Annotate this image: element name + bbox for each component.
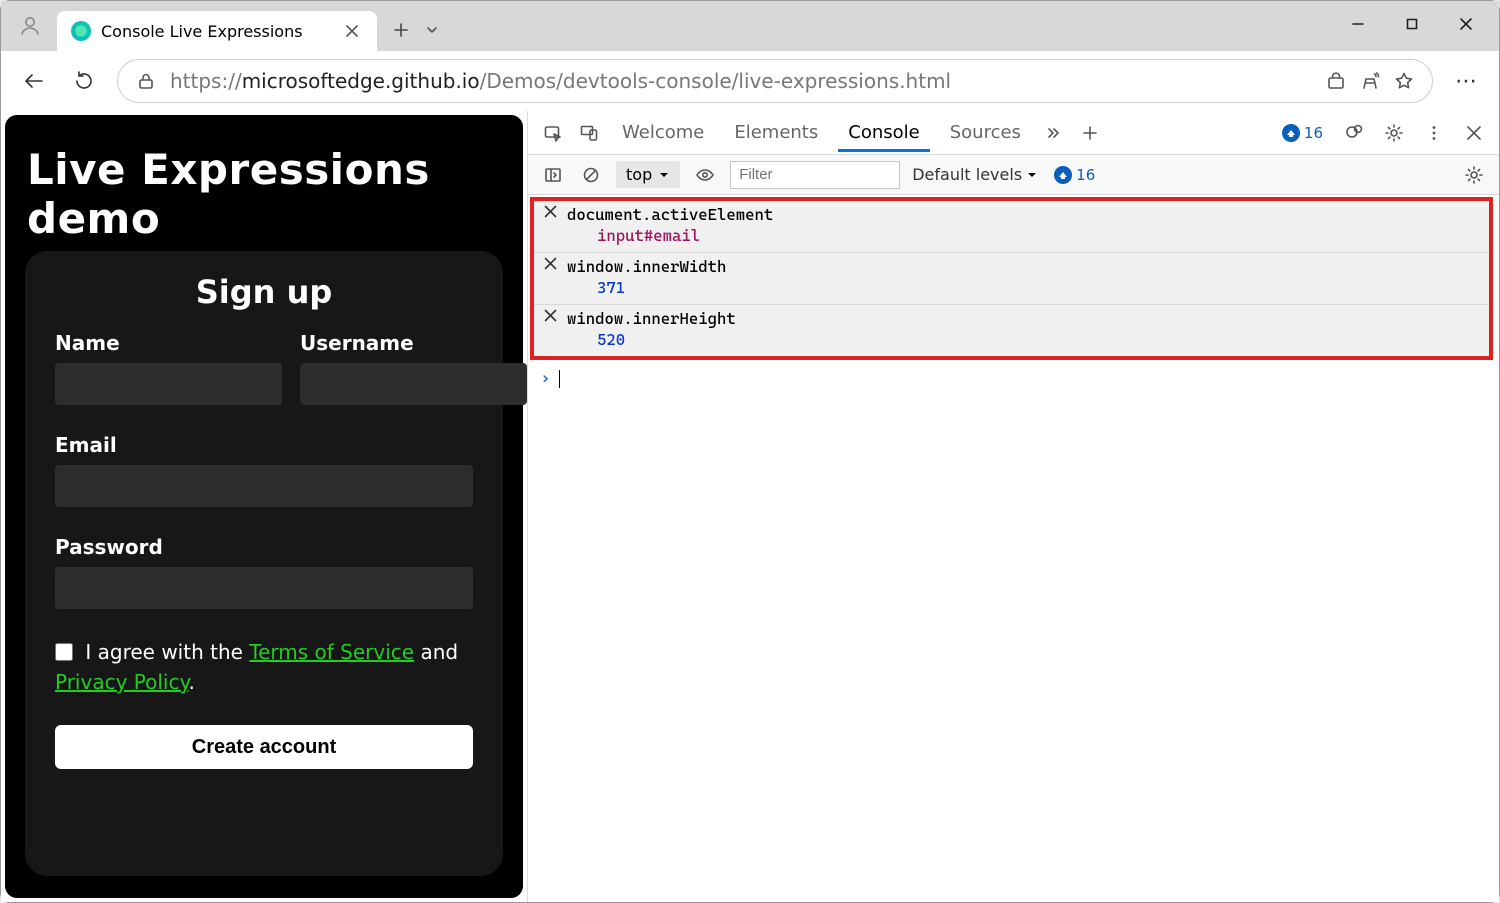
titlebar: Console Live Expressions xyxy=(1,1,1499,51)
read-aloud-icon[interactable] xyxy=(1360,71,1380,91)
filter-input[interactable] xyxy=(730,161,900,189)
live-expression-value: 520 xyxy=(597,328,736,352)
settings-gear-icon[interactable] xyxy=(1381,120,1407,146)
issues-badge[interactable]: 16 xyxy=(1278,122,1327,144)
email-label: Email xyxy=(55,433,473,457)
agree-checkbox[interactable] xyxy=(55,643,73,661)
new-tab-button[interactable] xyxy=(387,16,415,44)
live-expression-code[interactable]: window.innerWidth xyxy=(567,257,726,276)
context-selector[interactable]: top xyxy=(616,161,680,188)
privacy-link[interactable]: Privacy Policy xyxy=(55,670,188,694)
close-window-button[interactable] xyxy=(1439,4,1493,44)
live-expression-code[interactable]: window.innerHeight xyxy=(567,309,736,328)
tab-elements[interactable]: Elements xyxy=(724,114,828,151)
tab-actions-chevron-icon[interactable] xyxy=(419,17,445,43)
name-label: Name xyxy=(55,331,282,355)
kebab-menu-icon[interactable] xyxy=(1421,120,1447,146)
devtools-panel: Welcome Elements Console Sources 16 xyxy=(527,111,1499,902)
remove-expression-icon[interactable] xyxy=(544,257,557,270)
live-expression-row: window.innerWidth 371 xyxy=(534,253,1489,305)
email-input[interactable] xyxy=(55,465,473,507)
minimize-button[interactable] xyxy=(1331,4,1385,44)
issue-dot-icon xyxy=(1282,124,1300,142)
live-expression-value: 371 xyxy=(597,276,726,300)
log-levels-selector[interactable]: Default levels xyxy=(912,165,1038,184)
password-label: Password xyxy=(55,535,473,559)
shopping-icon[interactable] xyxy=(1326,71,1346,91)
page-title: Live Expressions demo xyxy=(27,145,501,243)
back-button[interactable] xyxy=(17,64,51,98)
live-expression-row: document.activeElement input#email xyxy=(534,201,1489,253)
console-settings-gear-icon[interactable] xyxy=(1461,162,1487,188)
password-input[interactable] xyxy=(55,567,473,609)
site-info-lock-icon[interactable] xyxy=(136,71,156,91)
subbar-issues-badge[interactable]: 16 xyxy=(1050,164,1099,186)
live-expression-row: window.innerHeight 520 xyxy=(534,305,1489,356)
maximize-button[interactable] xyxy=(1385,4,1439,44)
more-tabs-chevron-icon[interactable] xyxy=(1041,120,1067,146)
close-devtools-icon[interactable] xyxy=(1461,120,1487,146)
browser-tab[interactable]: Console Live Expressions xyxy=(57,11,377,51)
form-heading: Sign up xyxy=(55,273,473,311)
name-input[interactable] xyxy=(55,363,282,405)
tab-welcome[interactable]: Welcome xyxy=(612,114,714,151)
devtools-tabs: Welcome Elements Console Sources 16 xyxy=(528,111,1499,155)
console-sidebar-toggle-icon[interactable] xyxy=(540,162,566,188)
username-input[interactable] xyxy=(300,363,527,405)
tos-link[interactable]: Terms of Service xyxy=(249,640,414,664)
new-tool-plus-icon[interactable] xyxy=(1077,120,1103,146)
inspect-element-icon[interactable] xyxy=(540,120,566,146)
live-expression-value: input#email xyxy=(597,224,773,248)
prompt-chevron-icon: › xyxy=(540,368,551,389)
edge-favicon-icon xyxy=(71,21,91,41)
tab-console[interactable]: Console xyxy=(838,114,929,152)
live-expression-eye-icon[interactable] xyxy=(692,162,718,188)
url-display: https://microsoftedge.github.io/Demos/de… xyxy=(170,69,951,93)
console-prompt[interactable]: › xyxy=(528,362,1499,395)
profile-button[interactable] xyxy=(13,9,47,43)
close-tab-icon[interactable] xyxy=(341,20,363,42)
username-label: Username xyxy=(300,331,527,355)
tab-sources[interactable]: Sources xyxy=(940,114,1031,151)
address-bar[interactable]: https://microsoftedge.github.io/Demos/de… xyxy=(117,59,1433,103)
remove-expression-icon[interactable] xyxy=(544,309,557,322)
console-subbar: top Default levels 16 xyxy=(528,155,1499,195)
feedback-icon[interactable] xyxy=(1341,120,1367,146)
live-expression-code[interactable]: document.activeElement xyxy=(567,205,773,224)
clear-console-icon[interactable] xyxy=(578,162,604,188)
issue-dot-icon xyxy=(1054,166,1072,184)
window-controls xyxy=(1331,4,1493,44)
text-cursor xyxy=(559,370,560,388)
signup-card: Sign up Name Username Email P xyxy=(25,251,503,876)
favorite-star-icon[interactable] xyxy=(1394,71,1414,91)
create-account-button[interactable]: Create account xyxy=(55,725,473,769)
demo-page: Live Expressions demo Sign up Name Usern… xyxy=(5,115,523,898)
live-expressions-area: document.activeElement input#email windo… xyxy=(530,197,1493,360)
toolbar: https://microsoftedge.github.io/Demos/de… xyxy=(1,51,1499,111)
settings-more-button[interactable]: ⋯ xyxy=(1449,64,1483,98)
agree-text: I agree with the Terms of Service and Pr… xyxy=(55,637,473,697)
remove-expression-icon[interactable] xyxy=(544,205,557,218)
tab-title: Console Live Expressions xyxy=(101,22,331,41)
device-toolbar-icon[interactable] xyxy=(576,120,602,146)
refresh-button[interactable] xyxy=(67,64,101,98)
